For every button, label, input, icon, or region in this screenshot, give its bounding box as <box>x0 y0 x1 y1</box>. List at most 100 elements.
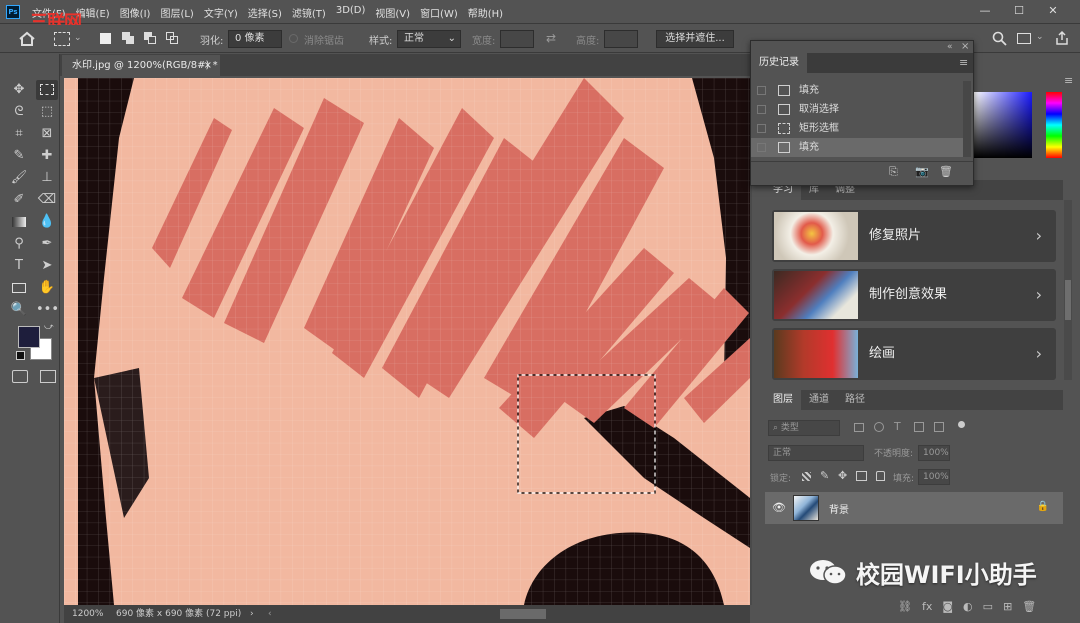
menu-filter[interactable]: 滤镜(T) <box>292 5 326 20</box>
snapshot-checkbox[interactable] <box>757 124 766 133</box>
blur-tool-icon[interactable]: 💧 <box>36 212 58 232</box>
delete-layer-icon[interactable]: 🗑 <box>1022 600 1036 613</box>
home-icon[interactable] <box>18 30 36 48</box>
filter-pixel-icon[interactable] <box>854 423 864 432</box>
screen-mode-icon[interactable] <box>40 370 56 383</box>
snapshot-checkbox[interactable] <box>757 105 766 114</box>
path-select-tool-icon[interactable]: ➤ <box>36 256 58 276</box>
menu-3d[interactable]: 3D(D) <box>336 5 366 20</box>
new-layer-icon[interactable]: ⊞ <box>1003 600 1012 613</box>
filter-smart-icon[interactable] <box>934 422 944 432</box>
hue-slider[interactable] <box>1046 92 1062 158</box>
clone-stamp-tool-icon[interactable]: ⊥ <box>36 168 58 188</box>
scroll-left-icon[interactable]: ‹ <box>268 605 272 623</box>
lock-artboard-icon[interactable] <box>856 471 867 481</box>
close-window-button[interactable]: ✕ <box>1036 2 1070 20</box>
new-document-from-state-icon[interactable]: ⎘ <box>889 165 898 179</box>
type-tool-icon[interactable]: T <box>8 256 30 276</box>
photoshop-logo[interactable]: Ps <box>6 5 20 19</box>
subtract-selection-icon[interactable] <box>144 32 157 45</box>
panel-collapse-icon[interactable]: « <box>947 42 953 52</box>
panel-close-icon[interactable]: × <box>961 41 969 52</box>
history-scrollbar[interactable] <box>963 81 971 157</box>
filter-toggle-icon[interactable] <box>958 421 965 428</box>
move-tool-icon[interactable]: ✥ <box>8 80 30 100</box>
crop-tool-icon[interactable]: ⌗ <box>8 124 30 144</box>
menu-image[interactable]: 图像(I) <box>120 5 151 20</box>
snapshot-checkbox[interactable] <box>757 86 766 95</box>
eye-icon[interactable]: 👁 <box>772 501 786 514</box>
tab-paths[interactable]: 路径 <box>837 390 873 410</box>
history-item-current[interactable]: 填充 <box>751 138 965 157</box>
fill-input[interactable]: 100% <box>918 469 950 485</box>
lock-transparent-icon[interactable] <box>802 472 811 481</box>
add-selection-icon[interactable] <box>122 32 135 45</box>
camera-icon[interactable]: 📷 <box>915 165 929 178</box>
foreground-color-swatch[interactable] <box>18 326 40 348</box>
history-brush-tool-icon[interactable]: ✐ <box>8 190 30 210</box>
lock-all-icon[interactable] <box>876 471 885 481</box>
link-layers-icon[interactable]: ⛓ <box>898 600 912 613</box>
lock-paint-icon[interactable]: ✎ <box>820 469 829 482</box>
blend-mode-select[interactable]: 正常 <box>768 445 864 461</box>
share-icon[interactable] <box>1054 30 1070 46</box>
height-input[interactable] <box>604 30 638 48</box>
close-tab-icon[interactable]: × <box>204 55 212 76</box>
horizontal-scrollbar-thumb[interactable] <box>500 609 546 619</box>
new-selection-icon[interactable] <box>100 33 111 44</box>
restore-button[interactable]: ☐ <box>1002 2 1036 20</box>
learn-card-fix-photos[interactable]: 修复照片 › <box>772 210 1056 262</box>
marquee-preset-icon[interactable] <box>54 32 70 46</box>
new-group-icon[interactable]: ▭ <box>983 600 993 613</box>
menu-help[interactable]: 帮助(H) <box>468 5 503 20</box>
canvas[interactable] <box>64 78 750 605</box>
style-select[interactable]: 正常 ⌄ <box>397 30 461 48</box>
color-field[interactable] <box>974 92 1032 158</box>
object-select-tool-icon[interactable]: ⬚ <box>36 102 58 122</box>
rectangle-tool-icon[interactable] <box>8 278 30 298</box>
eyedropper-tool-icon[interactable]: ✎ <box>8 146 30 166</box>
lock-position-icon[interactable]: ✥ <box>838 469 847 482</box>
workspace-icon[interactable] <box>1017 33 1031 44</box>
menu-layer[interactable]: 图层(L) <box>160 5 193 20</box>
pen-tool-icon[interactable]: ✒ <box>36 234 58 254</box>
quick-mask-icon[interactable] <box>12 370 28 383</box>
feather-input[interactable]: 0 像素 <box>228 30 282 48</box>
hand-tool-icon[interactable]: ✋ <box>36 278 58 298</box>
chevron-right-icon[interactable]: › <box>250 605 254 623</box>
width-input[interactable] <box>500 30 534 48</box>
document-tab[interactable]: 水印.jpg @ 1200%(RGB/8#) * × <box>62 55 220 76</box>
eraser-tool-icon[interactable]: ⌫ <box>36 190 58 210</box>
learn-card-painting[interactable]: 绘画 › <box>772 328 1056 380</box>
menu-type[interactable]: 文字(Y) <box>204 5 238 20</box>
dodge-tool-icon[interactable]: ⚲ <box>8 234 30 254</box>
brush-tool-icon[interactable]: 🖌 <box>8 168 30 188</box>
intersect-selection-icon[interactable] <box>166 32 179 45</box>
search-icon[interactable] <box>992 31 1007 46</box>
gradient-tool-icon[interactable] <box>8 212 30 232</box>
select-and-mask-button[interactable]: 选择并遮住... <box>656 30 734 48</box>
healing-brush-tool-icon[interactable]: ✚ <box>36 146 58 166</box>
opacity-input[interactable]: 100% <box>918 445 950 461</box>
swap-colors-icon[interactable]: ⤻ <box>44 322 54 332</box>
panel-menu-icon[interactable]: ≡ <box>1064 74 1073 87</box>
history-tab[interactable]: 历史记录 <box>751 53 807 73</box>
antialias-checkbox[interactable] <box>289 34 298 43</box>
layer-filter-select[interactable]: ⌕ 类型 <box>768 420 840 436</box>
menu-select[interactable]: 选择(S) <box>248 5 282 20</box>
zoom-level[interactable]: 1200% <box>72 605 103 623</box>
default-colors-icon[interactable] <box>16 351 25 360</box>
fx-icon[interactable]: fx <box>922 600 932 613</box>
filter-shape-icon[interactable] <box>914 422 924 432</box>
delete-icon[interactable]: 🗑 <box>939 165 953 178</box>
menu-window[interactable]: 窗口(W) <box>420 5 458 20</box>
chevron-down-icon[interactable]: ⌄ <box>1036 32 1044 42</box>
marquee-tool-icon[interactable] <box>36 80 58 100</box>
lasso-tool-icon[interactable]: ᘓ <box>8 102 30 122</box>
history-item[interactable]: 填充 <box>751 81 965 100</box>
tab-layers[interactable]: 图层 <box>765 390 801 410</box>
zoom-tool-icon[interactable]: 🔍 <box>8 300 30 320</box>
filter-adjust-icon[interactable] <box>874 422 884 432</box>
more-tools-icon[interactable]: ••• <box>36 300 59 320</box>
learn-card-creative-effects[interactable]: 制作创意效果 › <box>772 269 1056 321</box>
